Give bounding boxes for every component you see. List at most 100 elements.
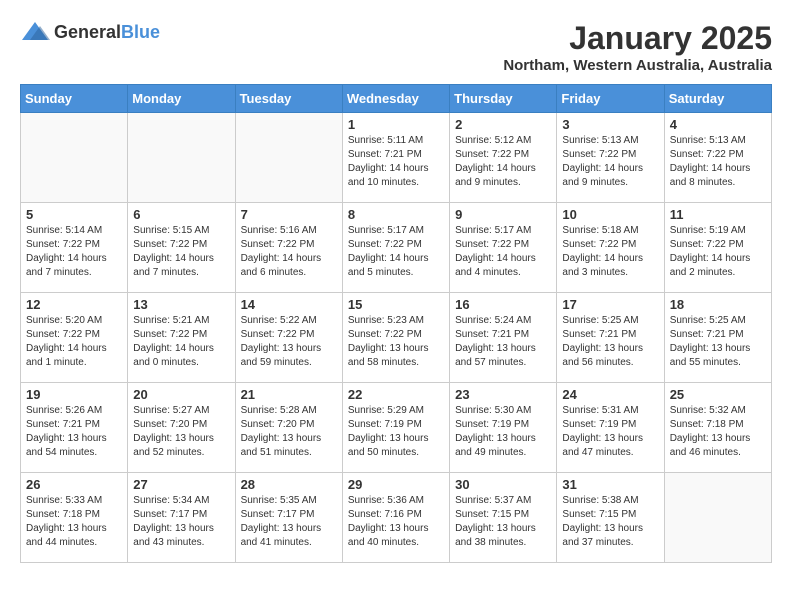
day-number: 18: [670, 297, 766, 312]
weekday-header-saturday: Saturday: [664, 85, 771, 113]
calendar-cell: 19 Sunrise: 5:26 AM Sunset: 7:21 PM Dayli…: [21, 383, 128, 473]
calendar-week-2: 5Sunrise: 5:14 AM Sunset: 7:22 PM Daylig…: [21, 203, 772, 293]
day-info: Sunrise: 5:25 AM Sunset: 7:21 PM Dayligh…: [670, 314, 766, 370]
day-number: 25: [670, 387, 766, 402]
calendar-table: SundayMondayTuesdayWednesdayThursdayFrid…: [20, 84, 772, 563]
page-header: GeneralBlue January 2025 Northam, Wester…: [20, 20, 772, 74]
calendar-cell: 21 Sunrise: 5:28 AM Sunset: 7:20 PM Dayli…: [235, 383, 342, 473]
day-info: Sunrise: 5:34 AM Sunset: 7:17 PM Dayligh…: [133, 494, 229, 550]
calendar-week-4: 19 Sunrise: 5:26 AM Sunset: 7:21 PM Dayli…: [21, 383, 772, 473]
day-info: Sunrise: 5:21 AM Sunset: 7:22 PM Dayligh…: [133, 314, 229, 370]
calendar-cell: 16 Sunrise: 5:24 AM Sunset: 7:21 PM Dayli…: [450, 293, 557, 383]
day-number: 10: [562, 207, 658, 222]
day-number: 27: [133, 477, 229, 492]
day-number: 6: [133, 207, 229, 222]
day-number: 2: [455, 117, 551, 132]
day-number: 19: [26, 387, 122, 402]
title-block: January 2025 Northam, Western Australia,…: [503, 20, 772, 74]
calendar-cell: 10Sunrise: 5:18 AM Sunset: 7:22 PM Dayli…: [557, 203, 664, 293]
day-number: 15: [348, 297, 444, 312]
day-info: Sunrise: 5:27 AM Sunset: 7:20 PM Dayligh…: [133, 404, 229, 460]
day-number: 16: [455, 297, 551, 312]
weekday-header-tuesday: Tuesday: [235, 85, 342, 113]
location: Northam, Western Australia, Australia: [503, 57, 772, 74]
day-info: Sunrise: 5:13 AM Sunset: 7:22 PM Dayligh…: [670, 134, 766, 190]
day-number: 17: [562, 297, 658, 312]
month-title: January 2025: [503, 20, 772, 57]
day-info: Sunrise: 5:31 AM Sunset: 7:19 PM Dayligh…: [562, 404, 658, 460]
weekday-header-monday: Monday: [128, 85, 235, 113]
calendar-cell: 20Sunrise: 5:27 AM Sunset: 7:20 PM Dayli…: [128, 383, 235, 473]
day-info: Sunrise: 5:30 AM Sunset: 7:19 PM Dayligh…: [455, 404, 551, 460]
day-info: Sunrise: 5:17 AM Sunset: 7:22 PM Dayligh…: [455, 224, 551, 280]
day-info: Sunrise: 5:15 AM Sunset: 7:22 PM Dayligh…: [133, 224, 229, 280]
logo-blue: Blue: [121, 22, 160, 42]
day-info: Sunrise: 5:19 AM Sunset: 7:22 PM Dayligh…: [670, 224, 766, 280]
day-info: Sunrise: 5:28 AM Sunset: 7:20 PM Dayligh…: [241, 404, 337, 460]
day-number: 9: [455, 207, 551, 222]
calendar-cell: [128, 113, 235, 203]
calendar-cell: 4 Sunrise: 5:13 AM Sunset: 7:22 PM Daylig…: [664, 113, 771, 203]
day-info: Sunrise: 5:14 AM Sunset: 7:22 PM Dayligh…: [26, 224, 122, 280]
calendar-cell: [664, 473, 771, 563]
weekday-header-friday: Friday: [557, 85, 664, 113]
logo-icon: [20, 20, 50, 44]
calendar-cell: 15 Sunrise: 5:23 AM Sunset: 7:22 PM Dayli…: [342, 293, 449, 383]
day-number: 31: [562, 477, 658, 492]
day-info: Sunrise: 5:33 AM Sunset: 7:18 PM Dayligh…: [26, 494, 122, 550]
day-info: Sunrise: 5:26 AM Sunset: 7:21 PM Dayligh…: [26, 404, 122, 460]
calendar-cell: 2Sunrise: 5:12 AM Sunset: 7:22 PM Daylig…: [450, 113, 557, 203]
calendar-cell: 8 Sunrise: 5:17 AM Sunset: 7:22 PM Daylig…: [342, 203, 449, 293]
day-number: 28: [241, 477, 337, 492]
day-number: 13: [133, 297, 229, 312]
calendar-cell: 13 Sunrise: 5:21 AM Sunset: 7:22 PM Dayli…: [128, 293, 235, 383]
calendar-cell: 14 Sunrise: 5:22 AM Sunset: 7:22 PM Dayli…: [235, 293, 342, 383]
day-info: Sunrise: 5:17 AM Sunset: 7:22 PM Dayligh…: [348, 224, 444, 280]
day-number: 14: [241, 297, 337, 312]
calendar-cell: 28Sunrise: 5:35 AM Sunset: 7:17 PM Dayli…: [235, 473, 342, 563]
calendar-cell: 7 Sunrise: 5:16 AM Sunset: 7:22 PM Daylig…: [235, 203, 342, 293]
weekday-header-row: SundayMondayTuesdayWednesdayThursdayFrid…: [21, 85, 772, 113]
day-number: 8: [348, 207, 444, 222]
calendar-cell: 17 Sunrise: 5:25 AM Sunset: 7:21 PM Dayli…: [557, 293, 664, 383]
calendar-cell: 22Sunrise: 5:29 AM Sunset: 7:19 PM Dayli…: [342, 383, 449, 473]
calendar-cell: 9 Sunrise: 5:17 AM Sunset: 7:22 PM Daylig…: [450, 203, 557, 293]
logo: GeneralBlue: [20, 20, 160, 44]
calendar-cell: 29Sunrise: 5:36 AM Sunset: 7:16 PM Dayli…: [342, 473, 449, 563]
calendar-cell: 18 Sunrise: 5:25 AM Sunset: 7:21 PM Dayli…: [664, 293, 771, 383]
day-number: 12: [26, 297, 122, 312]
calendar-cell: 25 Sunrise: 5:32 AM Sunset: 7:18 PM Dayli…: [664, 383, 771, 473]
day-number: 30: [455, 477, 551, 492]
logo-general: General: [54, 22, 121, 42]
calendar-cell: 3Sunrise: 5:13 AM Sunset: 7:22 PM Daylig…: [557, 113, 664, 203]
weekday-header-thursday: Thursday: [450, 85, 557, 113]
day-number: 11: [670, 207, 766, 222]
calendar-cell: [235, 113, 342, 203]
day-number: 23: [455, 387, 551, 402]
calendar-cell: 12Sunrise: 5:20 AM Sunset: 7:22 PM Dayli…: [21, 293, 128, 383]
weekday-header-wednesday: Wednesday: [342, 85, 449, 113]
day-info: Sunrise: 5:32 AM Sunset: 7:18 PM Dayligh…: [670, 404, 766, 460]
calendar-cell: 23 Sunrise: 5:30 AM Sunset: 7:19 PM Dayli…: [450, 383, 557, 473]
day-info: Sunrise: 5:16 AM Sunset: 7:22 PM Dayligh…: [241, 224, 337, 280]
calendar-header: SundayMondayTuesdayWednesdayThursdayFrid…: [21, 85, 772, 113]
day-number: 24: [562, 387, 658, 402]
day-info: Sunrise: 5:22 AM Sunset: 7:22 PM Dayligh…: [241, 314, 337, 370]
calendar-cell: 31 Sunrise: 5:38 AM Sunset: 7:15 PM Dayli…: [557, 473, 664, 563]
day-number: 26: [26, 477, 122, 492]
day-number: 7: [241, 207, 337, 222]
day-number: 4: [670, 117, 766, 132]
calendar-cell: 24 Sunrise: 5:31 AM Sunset: 7:19 PM Dayli…: [557, 383, 664, 473]
calendar-cell: 11 Sunrise: 5:19 AM Sunset: 7:22 PM Dayli…: [664, 203, 771, 293]
day-number: 21: [241, 387, 337, 402]
calendar-cell: 30 Sunrise: 5:37 AM Sunset: 7:15 PM Dayli…: [450, 473, 557, 563]
calendar-cell: 5Sunrise: 5:14 AM Sunset: 7:22 PM Daylig…: [21, 203, 128, 293]
day-info: Sunrise: 5:25 AM Sunset: 7:21 PM Dayligh…: [562, 314, 658, 370]
day-info: Sunrise: 5:37 AM Sunset: 7:15 PM Dayligh…: [455, 494, 551, 550]
day-info: Sunrise: 5:23 AM Sunset: 7:22 PM Dayligh…: [348, 314, 444, 370]
day-info: Sunrise: 5:38 AM Sunset: 7:15 PM Dayligh…: [562, 494, 658, 550]
calendar-body: 1Sunrise: 5:11 AM Sunset: 7:21 PM Daylig…: [21, 113, 772, 563]
day-info: Sunrise: 5:11 AM Sunset: 7:21 PM Dayligh…: [348, 134, 444, 190]
day-number: 22: [348, 387, 444, 402]
day-info: Sunrise: 5:24 AM Sunset: 7:21 PM Dayligh…: [455, 314, 551, 370]
